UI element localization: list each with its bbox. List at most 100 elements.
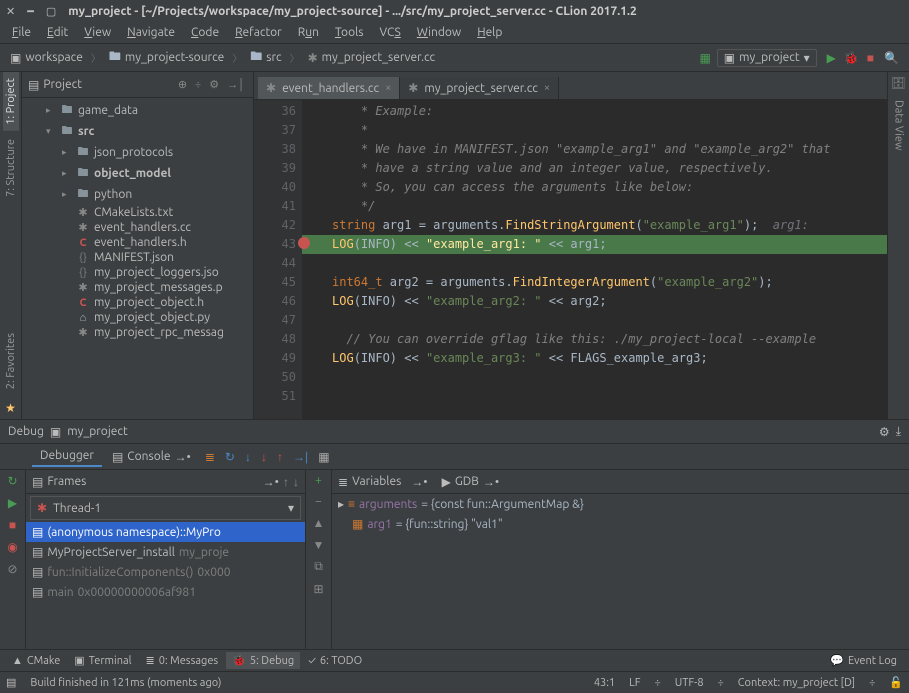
line-separator[interactable]: LF bbox=[629, 677, 640, 689]
breadcrumb-folder-1[interactable]: 🖿 my_project-source bbox=[103, 45, 230, 70]
tree-folder[interactable]: ▸🖿python bbox=[22, 184, 253, 205]
menu-run[interactable]: Run bbox=[292, 24, 325, 41]
debug-button[interactable]: 🐞 bbox=[840, 51, 863, 65]
run-config-selector[interactable]: ▣ my_project ▾ bbox=[717, 49, 817, 67]
stack-frame[interactable]: ▤(anonymous namespace)::MyPro bbox=[26, 522, 305, 542]
breadcrumb-file[interactable]: ✱ my_project_server.cc bbox=[302, 49, 442, 67]
tree-folder[interactable]: ▸🖿object_model bbox=[22, 163, 253, 184]
scroll-icon[interactable]: ÷ bbox=[718, 677, 724, 689]
debug-tab[interactable]: 🐞5: Debug bbox=[226, 652, 300, 669]
menu-edit[interactable]: Edit bbox=[41, 24, 74, 41]
tool-project-tab[interactable]: 1: Project bbox=[3, 72, 19, 131]
project-tree[interactable]: ▸🖿game_data ▾🖿src ▸🖿json_protocols ▸🖿obj… bbox=[22, 98, 253, 419]
breadcrumb-folder-2[interactable]: 🖿 src bbox=[244, 45, 287, 70]
line-number-breakpoint[interactable]: 43 bbox=[256, 235, 296, 254]
menu-code[interactable]: Code bbox=[185, 24, 225, 41]
line-number-gutter[interactable]: 36 37 38 39 40 41 42 43 44 45 46 47 48 4… bbox=[254, 100, 302, 419]
menu-tools[interactable]: Tools bbox=[329, 24, 370, 41]
editor-tab-active[interactable]: ✱ my_project_server.cc × bbox=[400, 77, 559, 99]
caret-position[interactable]: 43:1 bbox=[594, 677, 615, 689]
run-to-cursor-icon[interactable]: →| bbox=[289, 448, 312, 466]
tree-file[interactable]: ⌂my_project_object.py bbox=[22, 310, 253, 325]
remove-watch-icon[interactable]: − bbox=[315, 491, 322, 512]
tree-file[interactable]: ✱event_handlers.cc bbox=[22, 220, 253, 235]
variable-row[interactable]: ▦ arg1 = {fun::string} "val1" bbox=[332, 514, 909, 534]
pin-icon[interactable]: →• bbox=[411, 475, 427, 489]
gear-icon[interactable]: ⚙ bbox=[879, 425, 890, 439]
menu-help[interactable]: Help bbox=[471, 24, 508, 41]
thread-selector[interactable]: ✱ Thread-1 ▾ bbox=[30, 496, 301, 520]
pin-icon[interactable]: →• bbox=[263, 475, 279, 489]
variable-row[interactable]: ▸ ≡ arguments = {const fun::ArgumentMap … bbox=[332, 494, 909, 514]
tool-favorites-tab[interactable]: 2: Favorites bbox=[3, 327, 19, 395]
menu-vcs[interactable]: VCS bbox=[373, 24, 406, 41]
menu-refactor[interactable]: Refactor bbox=[229, 24, 288, 41]
hide-icon[interactable]: ⤓ bbox=[896, 425, 901, 439]
resume-icon[interactable]: ▶ bbox=[8, 492, 17, 514]
up-icon[interactable]: ▲ bbox=[313, 512, 325, 534]
collapse-all-icon[interactable]: ⊕ bbox=[176, 78, 189, 91]
terminal-tab[interactable]: ▣Terminal bbox=[68, 652, 137, 669]
tree-folder[interactable]: ▾🖿src bbox=[22, 121, 253, 142]
watches-icon[interactable]: ⊞ bbox=[313, 578, 323, 600]
status-menu-icon[interactable]: ▤ bbox=[6, 676, 16, 689]
tool-dataview-tab[interactable]: Data View bbox=[891, 94, 907, 157]
window-minimize-icon[interactable]: ━ bbox=[27, 5, 34, 18]
evaluate-icon[interactable]: ▦ bbox=[314, 448, 333, 466]
database-icon[interactable]: 🗄 bbox=[891, 72, 906, 94]
code-content[interactable]: * Example: * * We have in MANIFEST.json … bbox=[302, 100, 887, 419]
tree-file[interactable]: Cevent_handlers.h bbox=[22, 235, 253, 250]
stop-icon[interactable]: ■ bbox=[9, 514, 16, 536]
force-step-into-icon[interactable]: ↓ bbox=[257, 448, 271, 466]
cmake-tab[interactable]: ▲CMake bbox=[6, 653, 66, 669]
search-everywhere-button[interactable]: 🔍 bbox=[878, 51, 905, 65]
window-maximize-icon[interactable]: ▢ bbox=[46, 5, 56, 18]
console-tab[interactable]: ▤Console→• bbox=[104, 447, 199, 467]
rerun-icon[interactable]: ↻ bbox=[7, 470, 17, 492]
next-frame-icon[interactable]: ↓ bbox=[293, 475, 299, 489]
run-button[interactable]: ▶ bbox=[823, 51, 840, 65]
stop-button[interactable]: ■ bbox=[863, 51, 878, 65]
tree-file[interactable]: {}MANIFEST.json bbox=[22, 250, 253, 265]
scroll-icon[interactable]: ÷ bbox=[869, 677, 875, 689]
menu-window[interactable]: Window bbox=[411, 24, 467, 41]
expand-icon[interactable]: ▸ bbox=[338, 497, 344, 511]
add-watch-icon[interactable]: + bbox=[315, 470, 322, 491]
scroll-to-source-icon[interactable]: ÷ bbox=[193, 79, 203, 91]
tree-file[interactable]: ✱my_project_rpc_messag bbox=[22, 325, 253, 340]
tree-file[interactable]: ✱CMakeLists.txt bbox=[22, 205, 253, 220]
view-breakpoints-icon[interactable]: ◉ bbox=[7, 536, 17, 558]
tree-file[interactable]: ✱my_project_messages.p bbox=[22, 280, 253, 295]
messages-tab[interactable]: ≣0: Messages bbox=[140, 652, 225, 669]
gear-icon[interactable]: ⚙ bbox=[207, 78, 221, 91]
tree-folder[interactable]: ▸🖿json_protocols bbox=[22, 142, 253, 163]
tree-file[interactable]: Cmy_project_object.h bbox=[22, 295, 253, 310]
code-editor[interactable]: 36 37 38 39 40 41 42 43 44 45 46 47 48 4… bbox=[254, 100, 887, 419]
tree-file[interactable]: {}my_project_loggers.jso bbox=[22, 265, 253, 280]
close-icon[interactable]: × bbox=[385, 82, 391, 94]
context-label[interactable]: Context: my_project [D] bbox=[738, 677, 855, 689]
mute-breakpoints-icon[interactable]: ⊘ bbox=[7, 558, 17, 580]
window-close-icon[interactable]: ✕ bbox=[6, 5, 15, 18]
todo-tab[interactable]: ✓6: TODO bbox=[302, 653, 368, 669]
step-into-icon[interactable]: ↓ bbox=[241, 448, 255, 466]
step-over-icon[interactable]: ↻ bbox=[221, 448, 239, 466]
breakpoint-icon[interactable] bbox=[298, 237, 310, 249]
step-out-icon[interactable]: ↑ bbox=[273, 448, 287, 466]
breadcrumb-root[interactable]: ▣ workspace bbox=[4, 49, 89, 67]
close-icon[interactable]: × bbox=[544, 82, 550, 94]
menu-view[interactable]: View bbox=[78, 24, 117, 41]
event-log-tab[interactable]: 💬Event Log bbox=[824, 652, 903, 669]
threads-icon[interactable]: ≣ bbox=[201, 448, 219, 466]
down-icon[interactable]: ▼ bbox=[313, 534, 325, 556]
editor-tab[interactable]: ✱ event_handlers.cc × bbox=[258, 77, 400, 99]
hide-icon[interactable]: →│ bbox=[225, 79, 247, 91]
encoding[interactable]: UTF-8 bbox=[675, 677, 704, 689]
copy-icon[interactable]: ⧉ bbox=[314, 556, 323, 578]
menu-file[interactable]: File bbox=[6, 24, 37, 41]
tool-structure-tab[interactable]: 7: Structure bbox=[3, 133, 19, 203]
menu-navigate[interactable]: Navigate bbox=[121, 24, 181, 41]
tree-folder[interactable]: ▸🖿game_data bbox=[22, 100, 253, 121]
grid-icon[interactable]: ▦ bbox=[699, 51, 710, 65]
stack-frame[interactable]: ▤fun::InitializeComponents() 0x000 bbox=[26, 562, 305, 582]
